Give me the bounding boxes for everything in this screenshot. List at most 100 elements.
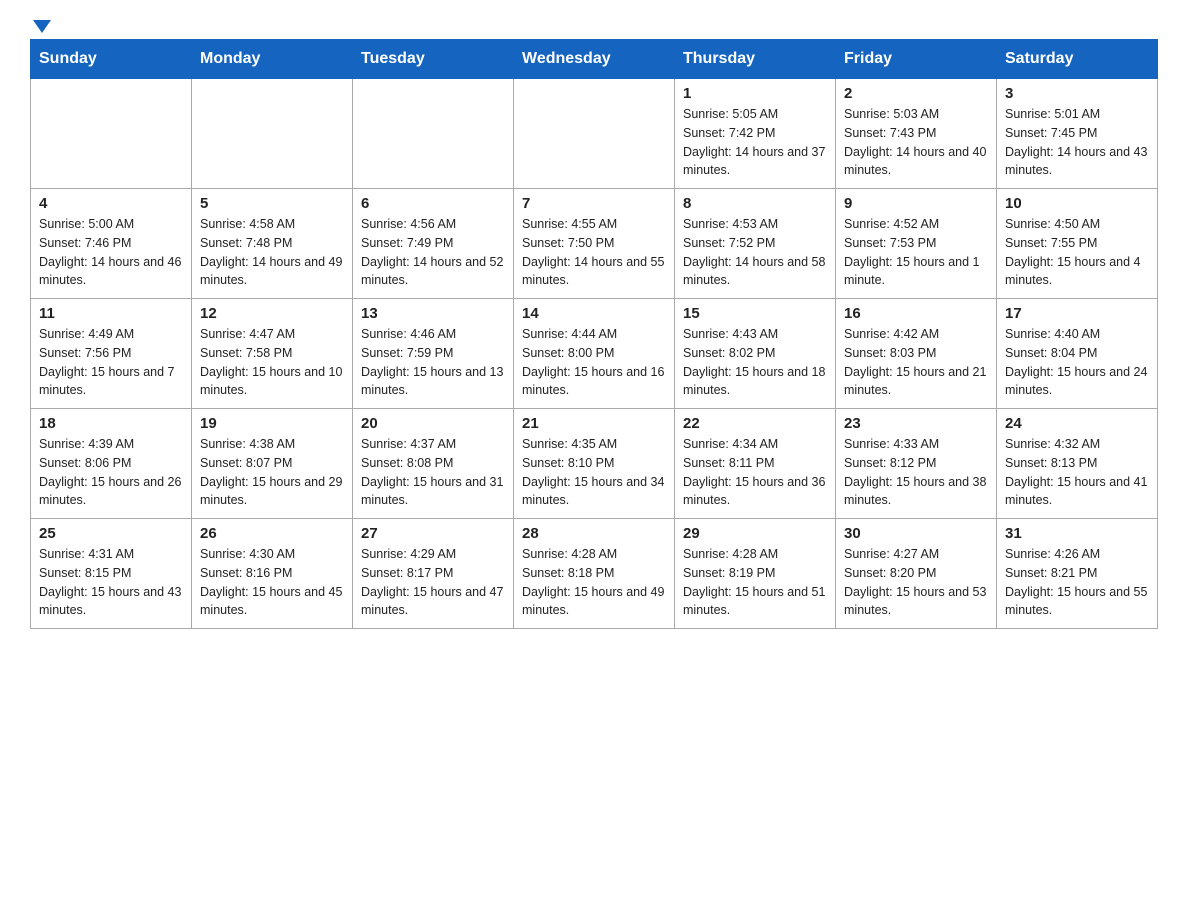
day-cell-21: 21Sunrise: 4:35 AM Sunset: 8:10 PM Dayli… xyxy=(514,409,675,519)
day-cell-30: 30 Sunrise: 4:27 AM Sunset: 8:20 PM Dayli… xyxy=(836,519,997,629)
header-cell-tuesday: Tuesday xyxy=(353,40,514,79)
day-info: Sunrise: 4:28 AM Sunset: 8:18 PM Dayligh… xyxy=(522,545,666,620)
day-info: Sunrise: 4:38 AM Sunset: 8:07 PM Dayligh… xyxy=(200,435,344,510)
day-info: Sunrise: 4:40 AM Sunset: 8:04 PM Dayligh… xyxy=(1005,325,1149,400)
day-number: 29 xyxy=(683,525,827,542)
day-cell-26: 26 Sunrise: 4:30 AM Sunset: 8:16 PM Dayli… xyxy=(192,519,353,629)
day-number: 27 xyxy=(361,525,505,542)
day-cell-14: 14 Sunrise: 4:44 AM Sunset: 8:00 PM Dayli… xyxy=(514,299,675,409)
day-info: Sunrise: 4:37 AM Sunset: 8:08 PM Dayligh… xyxy=(361,435,505,510)
day-number: 9 xyxy=(844,195,988,212)
day-number: 5 xyxy=(200,195,344,212)
day-info: Sunrise: 4:55 AM Sunset: 7:50 PM Dayligh… xyxy=(522,215,666,290)
day-cell-17: 17 Sunrise: 4:40 AM Sunset: 8:04 PM Dayli… xyxy=(997,299,1158,409)
day-number: 20 xyxy=(361,415,505,432)
day-info: Sunrise: 5:05 AM Sunset: 7:42 PM Dayligh… xyxy=(683,105,827,180)
day-cell-4: 4 Sunrise: 5:00 AM Sunset: 7:46 PM Daylig… xyxy=(31,189,192,299)
day-number: 1 xyxy=(683,85,827,102)
day-info: Sunrise: 4:47 AM Sunset: 7:58 PM Dayligh… xyxy=(200,325,344,400)
day-info: Sunrise: 4:43 AM Sunset: 8:02 PM Dayligh… xyxy=(683,325,827,400)
day-number: 30 xyxy=(844,525,988,542)
day-number: 12 xyxy=(200,305,344,322)
calendar-header: SundayMondayTuesdayWednesdayThursdayFrid… xyxy=(31,40,1158,79)
day-cell-15: 15 Sunrise: 4:43 AM Sunset: 8:02 PM Dayli… xyxy=(675,299,836,409)
day-info: Sunrise: 5:03 AM Sunset: 7:43 PM Dayligh… xyxy=(844,105,988,180)
day-info: Sunrise: 4:27 AM Sunset: 8:20 PM Dayligh… xyxy=(844,545,988,620)
day-number: 25 xyxy=(39,525,183,542)
day-info: Sunrise: 4:31 AM Sunset: 8:15 PM Dayligh… xyxy=(39,545,183,620)
day-info: Sunrise: 4:53 AM Sunset: 7:52 PM Dayligh… xyxy=(683,215,827,290)
day-cell-7: 7 Sunrise: 4:55 AM Sunset: 7:50 PM Daylig… xyxy=(514,189,675,299)
day-info: Sunrise: 4:50 AM Sunset: 7:55 PM Dayligh… xyxy=(1005,215,1149,290)
day-cell-1: 1 Sunrise: 5:05 AM Sunset: 7:42 PM Daylig… xyxy=(675,79,836,189)
day-info: Sunrise: 5:01 AM Sunset: 7:45 PM Dayligh… xyxy=(1005,105,1149,180)
calendar-body: 1 Sunrise: 5:05 AM Sunset: 7:42 PM Daylig… xyxy=(31,79,1158,629)
week-row-4: 18 Sunrise: 4:39 AM Sunset: 8:06 PM Dayli… xyxy=(31,409,1158,519)
day-cell-8: 8 Sunrise: 4:53 AM Sunset: 7:52 PM Daylig… xyxy=(675,189,836,299)
day-cell-3: 3 Sunrise: 5:01 AM Sunset: 7:45 PM Daylig… xyxy=(997,79,1158,189)
day-number: 17 xyxy=(1005,305,1149,322)
header-cell-saturday: Saturday xyxy=(997,40,1158,79)
logo-general xyxy=(30,20,51,35)
day-info: Sunrise: 4:33 AM Sunset: 8:12 PM Dayligh… xyxy=(844,435,988,510)
day-cell-27: 27 Sunrise: 4:29 AM Sunset: 8:17 PM Dayli… xyxy=(353,519,514,629)
day-info: Sunrise: 5:00 AM Sunset: 7:46 PM Dayligh… xyxy=(39,215,183,290)
day-cell-11: 11Sunrise: 4:49 AM Sunset: 7:56 PM Dayli… xyxy=(31,299,192,409)
day-number: 21 xyxy=(522,415,666,432)
day-cell-18: 18 Sunrise: 4:39 AM Sunset: 8:06 PM Dayli… xyxy=(31,409,192,519)
day-number: 14 xyxy=(522,305,666,322)
calendar-table: SundayMondayTuesdayWednesdayThursdayFrid… xyxy=(30,39,1158,629)
day-cell-31: 31 Sunrise: 4:26 AM Sunset: 8:21 PM Dayli… xyxy=(997,519,1158,629)
day-cell-10: 10 Sunrise: 4:50 AM Sunset: 7:55 PM Dayli… xyxy=(997,189,1158,299)
week-row-2: 4 Sunrise: 5:00 AM Sunset: 7:46 PM Daylig… xyxy=(31,189,1158,299)
day-number: 7 xyxy=(522,195,666,212)
day-number: 31 xyxy=(1005,525,1149,542)
week-row-5: 25 Sunrise: 4:31 AM Sunset: 8:15 PM Dayli… xyxy=(31,519,1158,629)
day-number: 26 xyxy=(200,525,344,542)
day-cell-28: 28 Sunrise: 4:28 AM Sunset: 8:18 PM Dayli… xyxy=(514,519,675,629)
day-info: Sunrise: 4:58 AM Sunset: 7:48 PM Dayligh… xyxy=(200,215,344,290)
day-number: 18 xyxy=(39,415,183,432)
day-number: 10 xyxy=(1005,195,1149,212)
day-number: 2 xyxy=(844,85,988,102)
header-cell-monday: Monday xyxy=(192,40,353,79)
day-cell-2: 2 Sunrise: 5:03 AM Sunset: 7:43 PM Daylig… xyxy=(836,79,997,189)
page-header xyxy=(30,20,1158,29)
day-info: Sunrise: 4:34 AM Sunset: 8:11 PM Dayligh… xyxy=(683,435,827,510)
day-number: 22 xyxy=(683,415,827,432)
day-cell-empty-0 xyxy=(31,79,192,189)
day-number: 11 xyxy=(39,305,183,322)
day-info: Sunrise: 4:29 AM Sunset: 8:17 PM Dayligh… xyxy=(361,545,505,620)
day-cell-20: 20 Sunrise: 4:37 AM Sunset: 8:08 PM Dayli… xyxy=(353,409,514,519)
day-info: Sunrise: 4:56 AM Sunset: 7:49 PM Dayligh… xyxy=(361,215,505,290)
day-cell-16: 16 Sunrise: 4:42 AM Sunset: 8:03 PM Dayli… xyxy=(836,299,997,409)
day-number: 19 xyxy=(200,415,344,432)
day-cell-9: 9Sunrise: 4:52 AM Sunset: 7:53 PM Daylig… xyxy=(836,189,997,299)
day-cell-empty-1 xyxy=(192,79,353,189)
header-cell-friday: Friday xyxy=(836,40,997,79)
day-info: Sunrise: 4:42 AM Sunset: 8:03 PM Dayligh… xyxy=(844,325,988,400)
day-info: Sunrise: 4:44 AM Sunset: 8:00 PM Dayligh… xyxy=(522,325,666,400)
day-number: 15 xyxy=(683,305,827,322)
day-info: Sunrise: 4:30 AM Sunset: 8:16 PM Dayligh… xyxy=(200,545,344,620)
day-cell-25: 25 Sunrise: 4:31 AM Sunset: 8:15 PM Dayli… xyxy=(31,519,192,629)
day-number: 16 xyxy=(844,305,988,322)
day-info: Sunrise: 4:26 AM Sunset: 8:21 PM Dayligh… xyxy=(1005,545,1149,620)
day-info: Sunrise: 4:28 AM Sunset: 8:19 PM Dayligh… xyxy=(683,545,827,620)
day-cell-empty-3 xyxy=(514,79,675,189)
day-number: 28 xyxy=(522,525,666,542)
day-number: 8 xyxy=(683,195,827,212)
day-number: 23 xyxy=(844,415,988,432)
day-cell-13: 13Sunrise: 4:46 AM Sunset: 7:59 PM Dayli… xyxy=(353,299,514,409)
header-row: SundayMondayTuesdayWednesdayThursdayFrid… xyxy=(31,40,1158,79)
day-number: 4 xyxy=(39,195,183,212)
logo xyxy=(30,20,51,29)
day-info: Sunrise: 4:39 AM Sunset: 8:06 PM Dayligh… xyxy=(39,435,183,510)
day-cell-22: 22 Sunrise: 4:34 AM Sunset: 8:11 PM Dayli… xyxy=(675,409,836,519)
day-info: Sunrise: 4:32 AM Sunset: 8:13 PM Dayligh… xyxy=(1005,435,1149,510)
day-number: 3 xyxy=(1005,85,1149,102)
day-number: 6 xyxy=(361,195,505,212)
day-number: 13 xyxy=(361,305,505,322)
day-cell-6: 6 Sunrise: 4:56 AM Sunset: 7:49 PM Daylig… xyxy=(353,189,514,299)
day-cell-12: 12 Sunrise: 4:47 AM Sunset: 7:58 PM Dayli… xyxy=(192,299,353,409)
